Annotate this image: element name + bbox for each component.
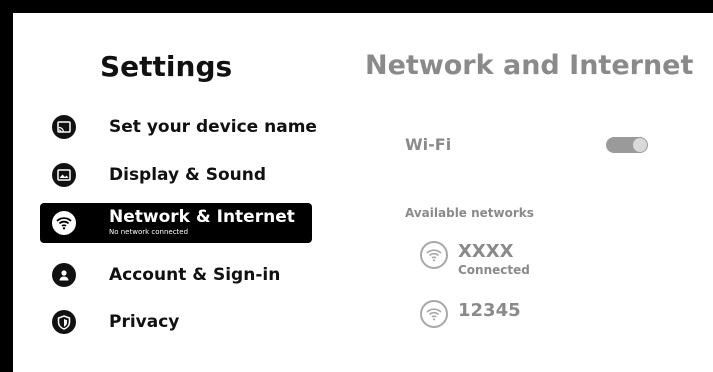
shield-icon [52,310,76,334]
network-status: Connected [458,263,530,277]
wifi-toggle[interactable] [606,137,648,153]
wifi-icon [420,300,448,328]
sidebar-item-account-signin[interactable]: Account & Sign-in [40,255,312,295]
sidebar-item-device-name[interactable]: Set your device name [40,107,317,147]
wifi-label: Wi-Fi [405,135,452,154]
person-icon [52,263,76,287]
toggle-knob [633,138,647,152]
sidebar-item-display-sound[interactable]: Display & Sound [40,155,312,195]
sidebar-item-network-internet[interactable]: Network & Internet No network connected [40,203,312,243]
sidebar-item-label: Display & Sound [109,165,267,185]
available-networks-label: Available networks [405,206,534,220]
image-icon [52,163,76,187]
sidebar-item-label: Account & Sign-in [109,265,281,285]
sidebar-title: Settings [100,50,233,83]
sidebar-item-privacy[interactable]: Privacy [40,302,312,342]
sidebar-item-label: Privacy [109,312,180,332]
page-title: Network and Internet [365,50,694,81]
sidebar-item-label: Network & Internet [109,207,295,227]
sidebar-item-subtext: No network connected [109,228,189,236]
network-name: 12345 [458,300,521,321]
cast-icon [52,115,76,139]
network-name: XXXX [458,241,514,262]
sidebar-item-label: Set your device name [109,117,317,137]
wifi-icon [52,211,76,235]
wifi-icon [420,241,448,269]
